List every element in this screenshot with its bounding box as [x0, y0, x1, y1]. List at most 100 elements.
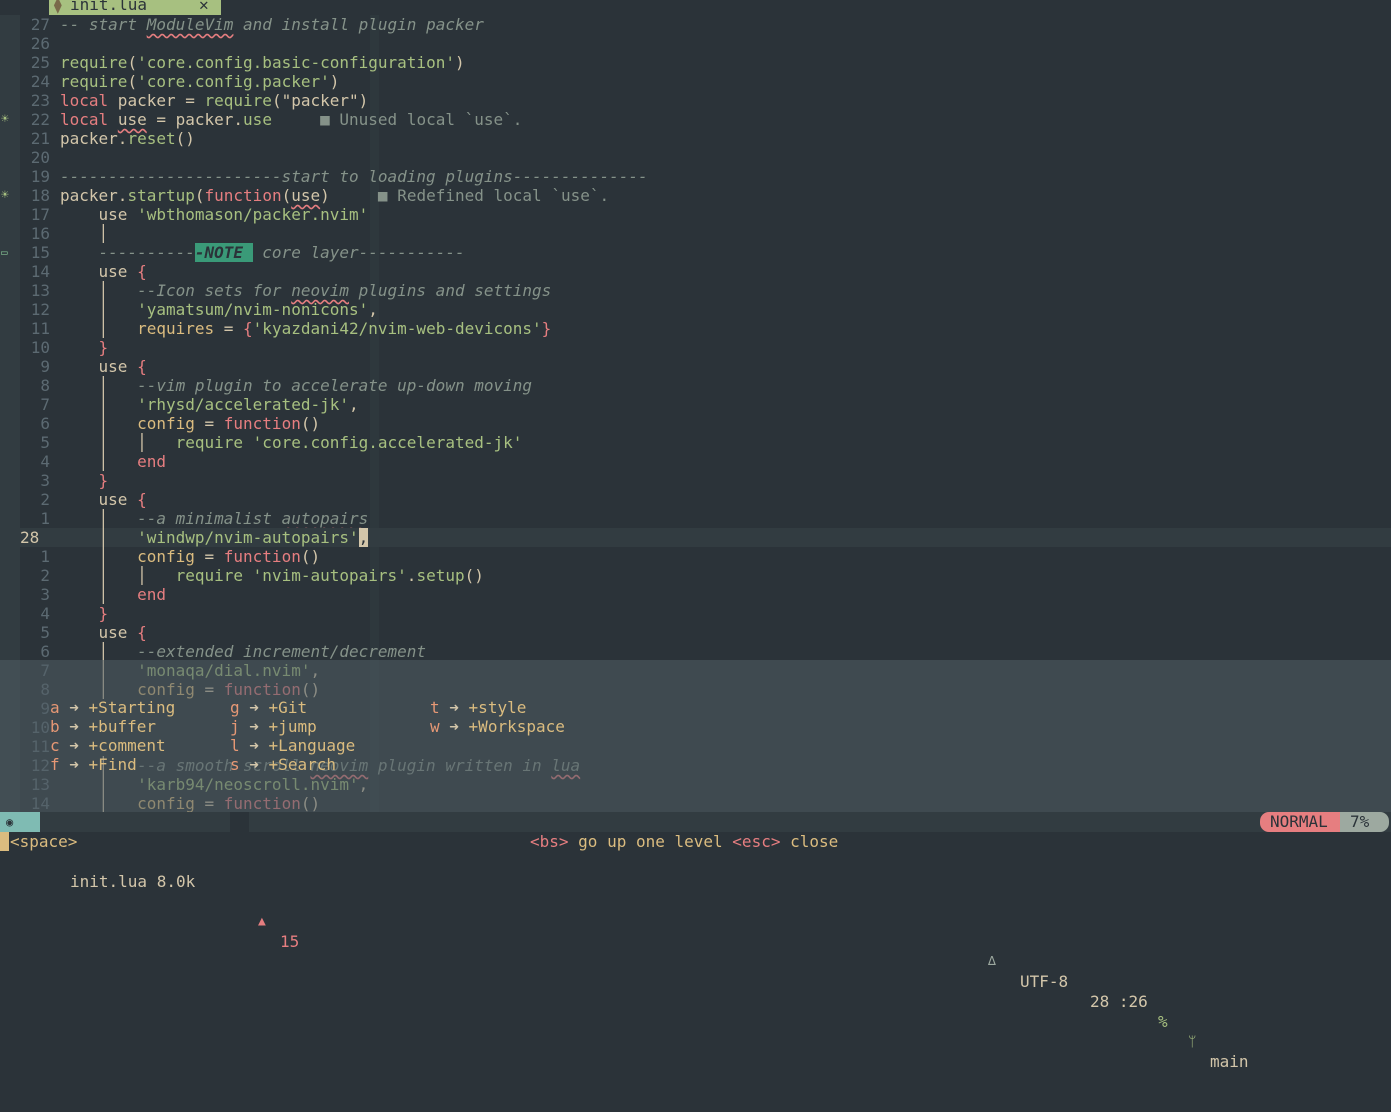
code-line[interactable]: ☀ 22 local use = packer.use ■ Unused local…	[0, 110, 1391, 129]
line-content: -----------------------start to loading …	[60, 167, 648, 186]
which-key-item-t[interactable]: t ➜ +style	[430, 698, 526, 717]
code-line[interactable]: 10 }	[0, 338, 1391, 357]
cmdline-cursor	[0, 832, 9, 851]
code-line[interactable]: 2 │ │ require 'nvim-autopairs'.setup()	[0, 566, 1391, 585]
code-token: ("packer")	[271, 91, 369, 110]
line-number: 8	[40, 376, 50, 395]
which-key-key: j	[230, 717, 240, 736]
code-line[interactable]: 6 │ config = function()	[0, 414, 1391, 433]
status-separator	[230, 812, 249, 832]
code-token: use	[291, 186, 321, 205]
code-line[interactable]: 4 }	[0, 604, 1391, 623]
code-token: packer.	[60, 186, 128, 205]
which-key-key: w	[430, 717, 440, 736]
code-line[interactable]: 1 │ config = function()	[0, 547, 1391, 566]
which-key-key: f	[50, 755, 60, 774]
close-icon[interactable]: ✕	[199, 0, 209, 15]
which-key-item-a[interactable]: a ➜ +Starting	[50, 698, 175, 717]
arrow-icon: ➜	[439, 717, 469, 736]
code-line[interactable]: 12 │ 'yamatsum/nvim-nonicons',	[0, 300, 1391, 319]
which-key-item-f[interactable]: f ➜ +Find	[50, 755, 137, 774]
code-line[interactable]: 27 -- start ModuleVim and install plugin …	[0, 15, 1391, 34]
code-token: (	[194, 186, 205, 205]
which-key-item-s[interactable]: s ➜ +Search	[230, 755, 336, 774]
which-key-item-c[interactable]: c ➜ +comment	[50, 736, 166, 755]
tab-init-lua[interactable]: ⧫ init.lua ✕	[49, 0, 221, 15]
which-key-hint: <bs> go up one level <esc> close	[530, 832, 838, 851]
code-line[interactable]: 16 │	[0, 224, 1391, 243]
code-line[interactable]: 19 -----------------------start to loadin…	[0, 167, 1391, 186]
current-code-line[interactable]: 28 │ 'windwp/nvim-autopairs',	[0, 528, 1391, 547]
code-line[interactable]: 5 │ │ require 'core.config.accelerated-j…	[0, 433, 1391, 452]
code-token: reset	[127, 129, 176, 148]
line-number: 6	[40, 414, 50, 433]
which-key-item-l[interactable]: l ➜ +Language	[230, 736, 355, 755]
code-line[interactable]: 25 require('core.config.basic-configurati…	[0, 53, 1391, 72]
command-line[interactable]: <space> <bs> go up one level <esc> close	[0, 832, 1391, 869]
code-line[interactable]: 5 use {	[0, 623, 1391, 642]
code-token: │	[60, 585, 138, 604]
diagnostic-count[interactable]: 15	[280, 932, 299, 952]
line-content: packer.startup(function(use) ■ Redefined…	[60, 186, 609, 205]
code-line[interactable]: 17 use 'wbthomason/packer.nvim'	[0, 205, 1391, 224]
code-line[interactable]: 9 use {	[0, 357, 1391, 376]
code-token: │ │	[60, 433, 176, 452]
code-token: {	[137, 357, 147, 376]
code-line[interactable]: 7 │ 'rhysd/accelerated-jk',	[0, 395, 1391, 414]
line-content: │ end	[60, 452, 166, 471]
which-key-item-w[interactable]: w ➜ +Workspace	[430, 717, 565, 736]
line-content: require('core.config.basic-configuration…	[60, 53, 465, 72]
code-token: require	[175, 433, 244, 452]
diagnostic-sign-icon: ☀	[1, 112, 9, 127]
line-content: │ 'rhysd/accelerated-jk',	[60, 395, 359, 414]
which-key-item-b[interactable]: b ➜ +buffer	[50, 717, 156, 736]
code-line[interactable]: 26	[0, 34, 1391, 53]
line-number: 19	[30, 167, 50, 186]
line-number: 13	[30, 281, 50, 300]
code-token: use	[243, 110, 272, 129]
code-line[interactable]: 14 use {	[0, 262, 1391, 281]
line-content: │	[60, 224, 109, 243]
vim-mode-label: NORMAL	[1270, 812, 1328, 831]
code-line[interactable]: 3 │ end	[0, 585, 1391, 604]
line-content: local packer = require("packer")	[60, 91, 368, 110]
code-token: -- start	[60, 15, 147, 34]
code-line[interactable]: ☀ 18 packer.startup(function(use) ■ Redefi…	[0, 186, 1391, 205]
which-key-item-j[interactable]: j ➜ +jump	[230, 717, 317, 736]
code-line[interactable]: 11 │ requires = {'kyazdani42/nvim-web-de…	[0, 319, 1391, 338]
git-branch[interactable]: main	[1210, 1052, 1249, 1072]
which-key-key: g	[230, 698, 240, 717]
line-number: 25	[30, 53, 50, 72]
bs-hint: go up one level	[568, 832, 733, 851]
code-line[interactable]: 13 │ --Icon sets for neovim plugins and …	[0, 281, 1391, 300]
code-line[interactable]: 6 │ --extended increment/decrement	[0, 642, 1391, 661]
code-line[interactable]: 23 local packer = require("packer")	[0, 91, 1391, 110]
code-token: function	[223, 414, 301, 433]
code-line[interactable]: 21 packer.reset()	[0, 129, 1391, 148]
code-line[interactable]: 8 │ --vim plugin to accelerate up-down m…	[0, 376, 1391, 395]
code-token: ()	[464, 566, 484, 585]
line-number: 24	[30, 72, 50, 91]
which-key-item-g[interactable]: g ➜ +Git	[230, 698, 307, 717]
code-line[interactable]: 2 use {	[0, 490, 1391, 509]
code-line[interactable]: 24 require('core.config.packer')	[0, 72, 1391, 91]
code-token: )	[454, 53, 465, 72]
line-number: 9	[40, 357, 50, 376]
file-progress-label: 7%	[1350, 812, 1370, 831]
code-token: )	[320, 186, 330, 205]
line-number: 1	[40, 509, 50, 528]
status-filename: init.lua 8.0k	[70, 872, 196, 891]
line-content: -- start ModuleVim and install plugin pa…	[60, 15, 484, 34]
code-line[interactable]: 4 │ end	[0, 452, 1391, 471]
code-line[interactable]: ▭ 15 -----------NOTE core layer----------…	[0, 243, 1391, 262]
bs-key: <bs>	[530, 832, 569, 851]
esc-hint: close	[780, 832, 839, 851]
line-content: │ --a minimalist autopairs	[60, 509, 369, 528]
which-key-desc: +jump	[268, 717, 317, 736]
code-line[interactable]: 3 }	[0, 471, 1391, 490]
arrow-icon: ➜	[239, 755, 269, 774]
code-line[interactable]: 20	[0, 148, 1391, 167]
code-line[interactable]: 1 │ --a minimalist autopairs	[0, 509, 1391, 528]
line-number: 22	[30, 110, 50, 129]
